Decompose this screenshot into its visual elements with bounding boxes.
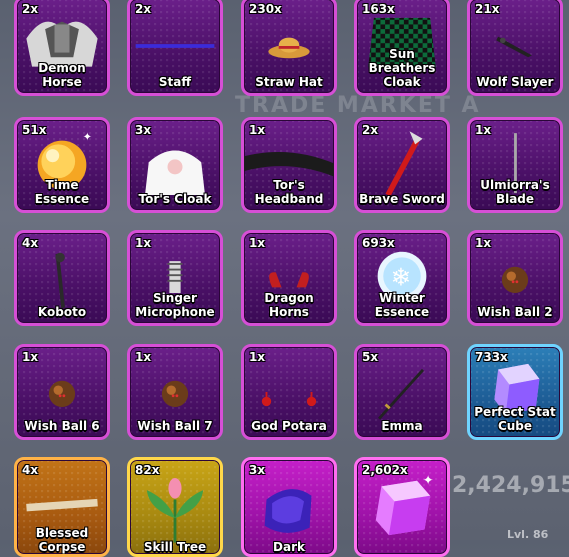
item-name: Ulmiorra's Blade [480, 178, 550, 206]
item-count: 2,602x [362, 463, 408, 477]
inventory-item[interactable]: 1x Wish Ball 6 [14, 344, 110, 440]
item-name: Wish Ball 6 [24, 419, 100, 433]
svg-text:❄: ❄ [391, 263, 411, 292]
item-count: 3x [135, 123, 152, 137]
inventory-item[interactable]: 2x Brave Sword [354, 117, 450, 213]
item-name: Skill Tree Reset [143, 540, 207, 554]
svg-text:✦: ✦ [423, 474, 434, 489]
inventory-item[interactable]: ✦ 51x Time Essence [14, 117, 110, 213]
item-name: Emma [381, 419, 423, 433]
item-count: 2x [22, 2, 39, 16]
item-count: 1x [249, 236, 266, 250]
item-name: Tor's Headband [254, 178, 324, 206]
item-count: 1x [475, 236, 492, 250]
item-name: Demon Horse [38, 61, 86, 89]
item-count: 1x [475, 123, 492, 137]
item-name: Perfect Stat Cube [474, 405, 556, 433]
item-count: 3x [249, 463, 266, 477]
item-count: 2x [135, 2, 152, 16]
item-count: 733x [475, 350, 508, 364]
inventory-item[interactable]: 4x Blessed Corpse (Arm) [14, 457, 110, 557]
item-count: 82x [135, 463, 160, 477]
item-name: Brave Sword [359, 192, 445, 206]
item-count: 51x [22, 123, 47, 137]
item-name: Tor's Cloak [138, 192, 212, 206]
item-count: 1x [249, 350, 266, 364]
item-name: Wish Ball 2 [477, 305, 553, 319]
item-count: 1x [135, 350, 152, 364]
svg-text:✦: ✦ [83, 131, 92, 144]
item-name: Time Essence [34, 178, 90, 206]
item-count: 230x [249, 2, 282, 16]
inventory-item[interactable]: 4x Koboto [14, 230, 110, 326]
inventory-item[interactable]: 2x Staff [127, 0, 223, 96]
inventory-item[interactable]: 3x Tor's Cloak [127, 117, 223, 213]
item-name: Wolf Slayer [476, 75, 554, 89]
item-name: Blessed Corpse (Arm) [35, 526, 89, 554]
item-name: Sun Breathers Cloak [368, 47, 436, 89]
item-count: 1x [22, 350, 39, 364]
inventory-item[interactable]: 230x Straw Hat [241, 0, 337, 96]
background-level: Lvl. 86 [507, 528, 549, 541]
inventory-item[interactable]: 5x Emma [354, 344, 450, 440]
item-name: Dark Fragment [273, 540, 305, 554]
item-count: 21x [475, 2, 500, 16]
inventory-item[interactable]: 2x Demon Horse [14, 0, 110, 96]
item-name: Staff [158, 75, 192, 89]
item-name: Winter Essence [374, 291, 430, 319]
item-count: 4x [22, 463, 39, 477]
inventory-item[interactable]: 1x Dragon Horns [241, 230, 337, 326]
item-count: 2x [362, 123, 379, 137]
item-name: Wish Ball 7 [137, 419, 213, 433]
inventory-item[interactable]: 1x Wish Ball 2 [467, 230, 563, 326]
inventory-item[interactable]: 1x Tor's Headband [241, 117, 337, 213]
item-name: Straw Hat [255, 75, 323, 89]
inventory-item[interactable]: 3x Dark Fragment [241, 457, 337, 557]
inventory-item[interactable]: 1x Singer Microphone [127, 230, 223, 326]
item-count: 1x [135, 236, 152, 250]
inventory-item[interactable]: ❄ 693x Winter Essence [354, 230, 450, 326]
item-count: 5x [362, 350, 379, 364]
inventory-item[interactable]: 21x Wolf Slayer [467, 0, 563, 96]
inventory-item[interactable]: 1x Ulmiorra's Blade [467, 117, 563, 213]
background-stat-value: 2,424,915 [452, 473, 569, 498]
item-count: 693x [362, 236, 395, 250]
item-name: Singer Microphone [135, 291, 215, 319]
inventory-item[interactable]: ✦2,602xStat Cube [354, 457, 450, 557]
inventory-item[interactable]: 733x Perfect Stat Cube [467, 344, 563, 440]
inventory-item[interactable]: 82x Skill Tree Reset [127, 457, 223, 557]
inventory-item[interactable]: 1x God Potara [241, 344, 337, 440]
item-count: 163x [362, 2, 395, 16]
item-count: 4x [22, 236, 39, 250]
inventory-item[interactable]: 163x Sun Breathers Cloak [354, 0, 450, 96]
item-name: Koboto [37, 305, 87, 319]
item-name: God Potara [251, 419, 327, 433]
item-count: 1x [249, 123, 266, 137]
inventory-item[interactable]: 1x Wish Ball 7 [127, 344, 223, 440]
item-name: Dragon Horns [264, 291, 314, 319]
background-sign: TRADE MARKET A [235, 93, 481, 118]
